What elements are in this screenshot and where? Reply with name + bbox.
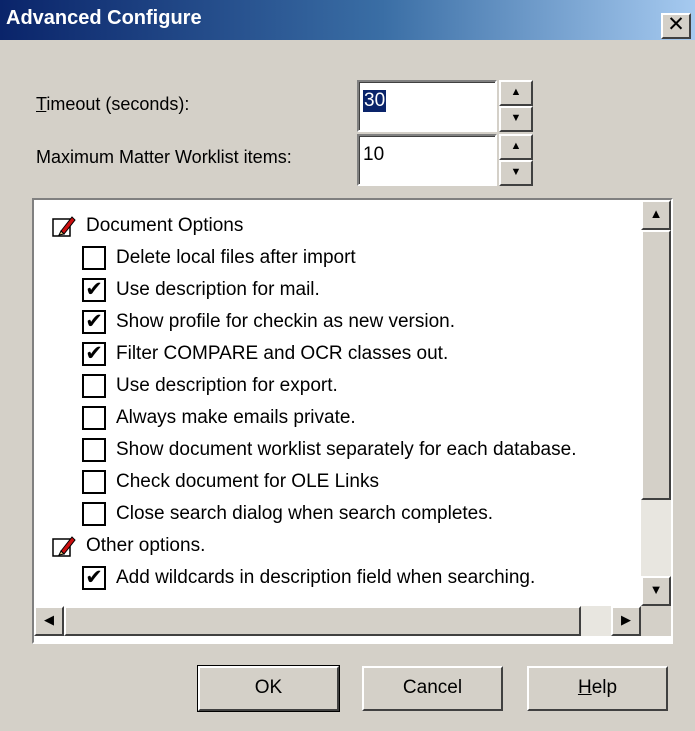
- worklist-spin-up-button[interactable]: ▲: [499, 134, 533, 160]
- option-label: Show profile for checkin as new version.: [116, 311, 455, 332]
- horizontal-scrollbar[interactable]: ◀ ▶: [34, 606, 641, 636]
- option-label: Check document for OLE Links: [116, 471, 379, 492]
- option-label: Add wildcards in description field when …: [116, 567, 536, 588]
- advanced-configure-dialog: Advanced Configure ✕ Timeout (seconds): …: [0, 0, 695, 731]
- option-checkbox[interactable]: [82, 374, 106, 398]
- timeout-input[interactable]: 30: [357, 80, 497, 132]
- option-label: Use description for export.: [116, 375, 338, 396]
- help-label-rest: elp: [591, 677, 618, 698]
- timeout-spinner[interactable]: ▲ ▼: [499, 80, 533, 132]
- option-checkbox[interactable]: [82, 438, 106, 462]
- option-checkbox[interactable]: [82, 246, 106, 270]
- down-arrow-icon: ▼: [649, 582, 663, 597]
- timeout-spin-down-button[interactable]: ▼: [499, 106, 533, 132]
- option-label: Delete local files after import: [116, 247, 356, 268]
- down-arrow-icon: ▼: [510, 112, 522, 124]
- option-checkbox[interactable]: ✔: [82, 278, 106, 302]
- tree-group-label: Document Options: [86, 215, 244, 236]
- timeout-label: Timeout (seconds):: [36, 94, 189, 115]
- worklist-label: Maximum Matter Worklist items:: [36, 147, 292, 167]
- options-tree[interactable]: Document Options Delete local files after…: [32, 198, 673, 644]
- right-arrow-icon: ▶: [621, 612, 631, 627]
- option-label: Always make emails private.: [116, 407, 356, 428]
- worklist-spinner[interactable]: ▲ ▼: [499, 134, 533, 186]
- help-accel: H: [577, 677, 592, 698]
- option-label: Filter COMPARE and OCR classes out.: [116, 343, 449, 364]
- up-arrow-icon: ▲: [510, 140, 522, 152]
- up-arrow-icon: ▲: [510, 86, 522, 98]
- timeout-label-rest: imeout (seconds):: [46, 94, 190, 114]
- option-label: Show document worklist separately for ea…: [116, 439, 577, 460]
- scroll-right-button[interactable]: ▶: [611, 606, 641, 636]
- option-label: Use description for mail.: [116, 279, 320, 300]
- scrollbar-corner: [641, 606, 671, 636]
- option-checkbox[interactable]: [82, 470, 106, 494]
- cancel-button[interactable]: Cancel: [362, 666, 503, 711]
- pencil-icon: [52, 534, 76, 558]
- pencil-icon: [52, 214, 76, 238]
- option-label: Close search dialog when search complete…: [116, 503, 494, 524]
- worklist-value: 10: [363, 144, 385, 165]
- dialog-title: Advanced Configure: [6, 7, 202, 29]
- vertical-scroll-thumb[interactable]: [641, 230, 671, 500]
- option-checkbox[interactable]: [82, 406, 106, 430]
- ok-button[interactable]: OK: [197, 665, 340, 712]
- down-arrow-icon: ▼: [510, 166, 522, 178]
- close-icon: ✕: [667, 13, 685, 36]
- horizontal-scroll-thumb[interactable]: [64, 606, 581, 636]
- up-arrow-icon: ▲: [649, 206, 663, 221]
- option-checkbox[interactable]: ✔: [82, 566, 106, 590]
- worklist-input[interactable]: 10: [357, 134, 497, 186]
- title-bar: Advanced Configure ✕: [0, 0, 695, 40]
- option-checkbox[interactable]: [82, 502, 106, 526]
- timeout-label-accel: T: [36, 94, 47, 114]
- worklist-spin-down-button[interactable]: ▼: [499, 160, 533, 186]
- option-checkbox[interactable]: ✔: [82, 310, 106, 334]
- scroll-down-button[interactable]: ▼: [641, 576, 671, 606]
- tree-group-label: Other options.: [86, 535, 206, 556]
- timeout-value: 30: [363, 90, 387, 112]
- close-button[interactable]: ✕: [661, 13, 691, 39]
- scroll-left-button[interactable]: ◀: [34, 606, 64, 636]
- option-checkbox[interactable]: ✔: [82, 342, 106, 366]
- scroll-up-button[interactable]: ▲: [641, 200, 671, 230]
- help-button[interactable]: Help: [527, 666, 668, 711]
- timeout-spin-up-button[interactable]: ▲: [499, 80, 533, 106]
- vertical-scrollbar[interactable]: ▲ ▼: [641, 200, 671, 606]
- left-arrow-icon: ◀: [44, 612, 54, 627]
